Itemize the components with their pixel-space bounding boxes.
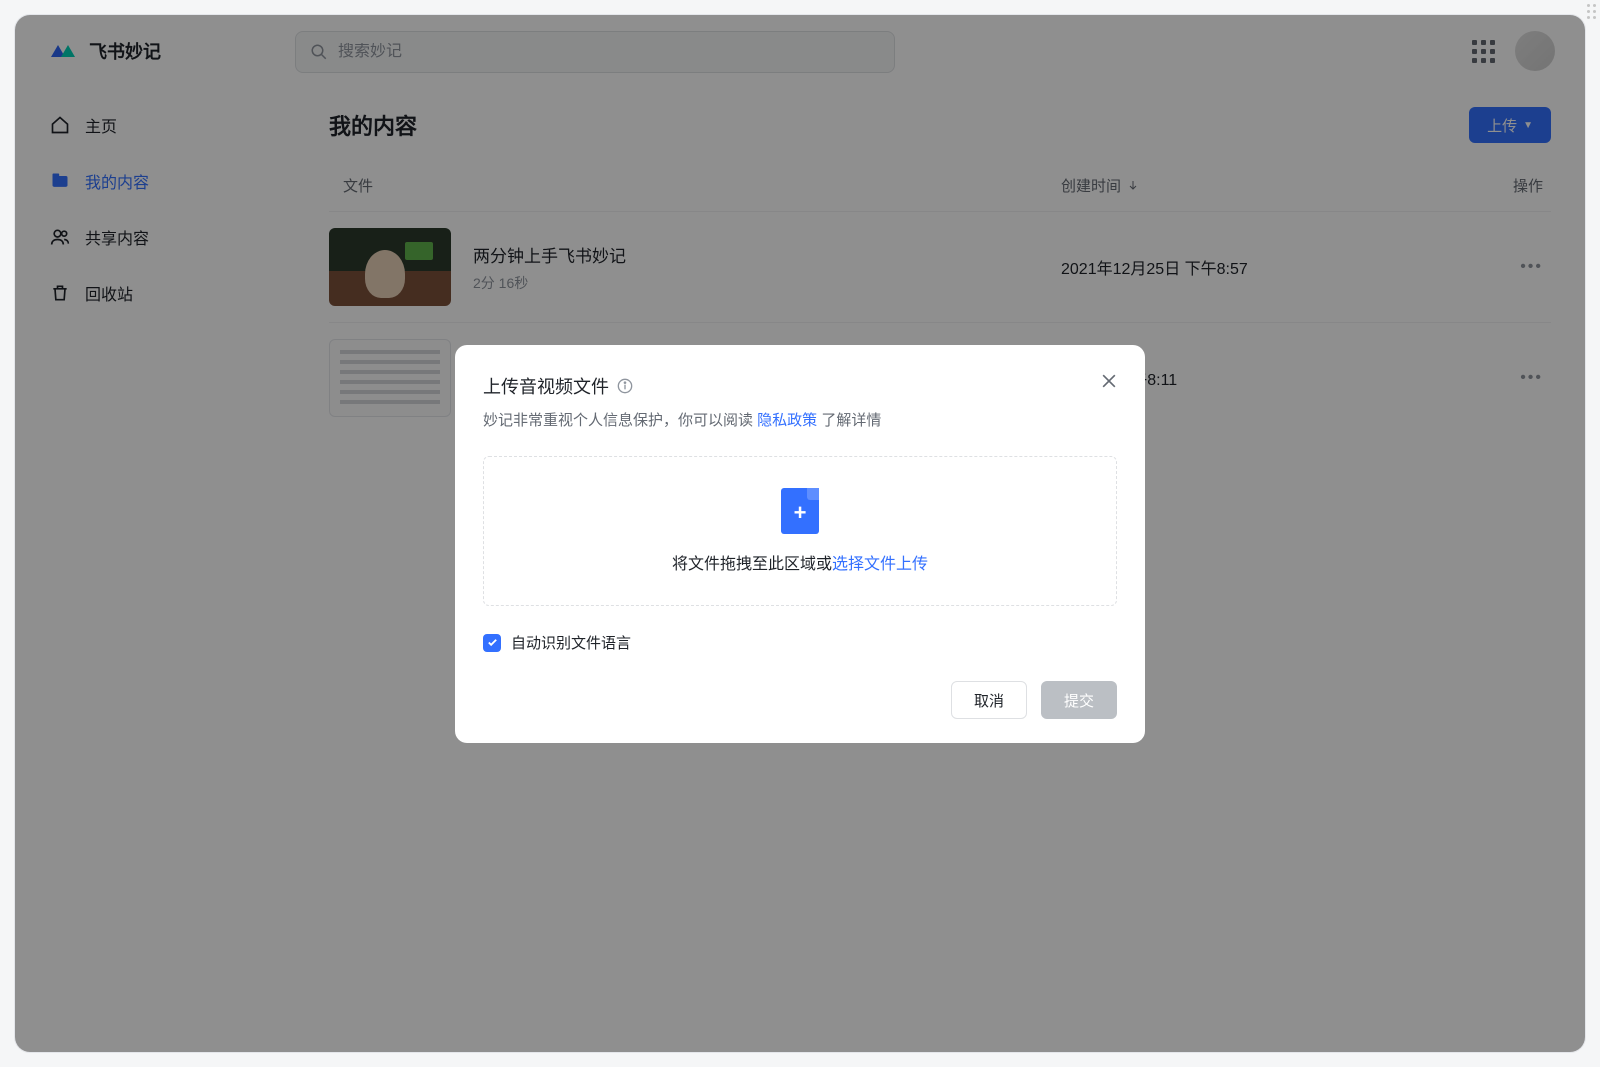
choose-file-link[interactable]: 选择文件上传 xyxy=(832,556,928,573)
submit-button[interactable]: 提交 xyxy=(1041,681,1117,719)
resize-handle xyxy=(1587,4,1596,19)
file-plus-icon: + xyxy=(781,488,819,534)
privacy-link[interactable]: 隐私政策 xyxy=(757,412,817,429)
modal-title: 上传音视频文件 xyxy=(483,373,609,399)
auto-detect-checkbox[interactable] xyxy=(483,634,501,652)
drop-text: 将文件拖拽至此区域或选择文件上传 xyxy=(672,550,928,574)
check-icon xyxy=(487,637,498,648)
modal-subtitle: 妙记非常重视个人信息保护，你可以阅读 隐私政策 了解详情 xyxy=(483,409,1117,430)
upload-modal: 上传音视频文件 妙记非常重视个人信息保护，你可以阅读 隐私政策 了解详情 + 将… xyxy=(455,345,1145,743)
info-icon[interactable] xyxy=(617,378,633,394)
close-icon[interactable] xyxy=(1095,367,1123,395)
modal-overlay[interactable]: 上传音视频文件 妙记非常重视个人信息保护，你可以阅读 隐私政策 了解详情 + 将… xyxy=(15,15,1585,1052)
app-window: 飞书妙记 xyxy=(14,14,1586,1053)
dropzone[interactable]: + 将文件拖拽至此区域或选择文件上传 xyxy=(483,456,1117,606)
cancel-button[interactable]: 取消 xyxy=(951,681,1027,719)
checkbox-label: 自动识别文件语言 xyxy=(511,632,631,653)
